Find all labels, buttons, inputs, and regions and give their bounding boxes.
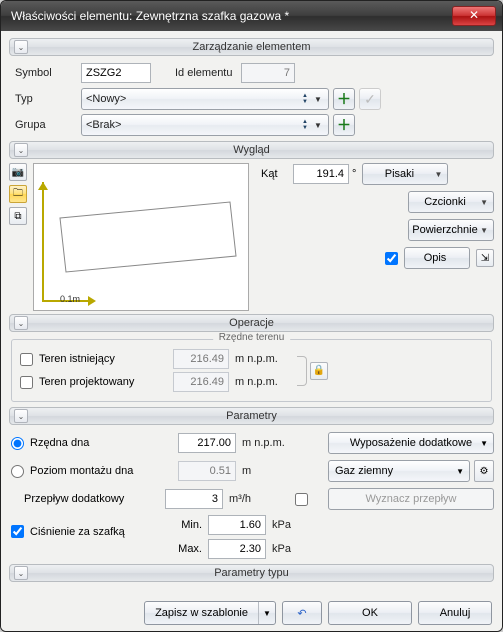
copy-icon[interactable]: ⧉ xyxy=(9,207,27,225)
collapse-icon[interactable]: ⌄ xyxy=(14,409,28,423)
section-header-look: ⌄ Wygląd xyxy=(9,141,494,159)
pressure-label: Ciśnienie za szafką xyxy=(30,526,164,538)
poziom-value xyxy=(178,461,236,481)
section-title: Zarządzanie elementem xyxy=(192,41,310,53)
terrain-projected-label: Teren projektowany xyxy=(39,376,173,388)
gas-settings-icon[interactable]: ⚙ xyxy=(474,460,494,482)
save-template-button[interactable]: Zapisz w szablonie ▼ xyxy=(144,601,276,625)
expand-icon[interactable]: ⌄ xyxy=(14,566,28,580)
id-label: Id elementu xyxy=(169,67,241,79)
p-unit: kPa xyxy=(272,519,328,531)
terrain-projected-value xyxy=(173,372,229,392)
desc-button[interactable]: Opis xyxy=(404,247,470,269)
equipment-dropdown[interactable]: Wyposażenie dodatkowe▼ xyxy=(328,432,494,454)
terrain-existing-label: Teren istniejący xyxy=(39,353,173,365)
symbol-label: Symbol xyxy=(9,67,81,79)
angle-label: Kąt xyxy=(261,168,293,180)
terrain-existing-checkbox[interactable] xyxy=(20,353,33,366)
poziom-radio[interactable] xyxy=(11,465,24,478)
plus-icon: ＋ xyxy=(337,89,351,109)
max-input[interactable] xyxy=(208,539,266,559)
group-label: Grupa xyxy=(9,119,81,131)
section-title: Operacje xyxy=(229,317,274,329)
terrain-unit: m n.p.m. xyxy=(235,376,291,388)
lock-icon[interactable]: 🔒 xyxy=(310,362,328,380)
section-header-type-params: ⌄ Parametry typu xyxy=(9,564,494,582)
min-input[interactable] xyxy=(208,515,266,535)
flow-checkbox[interactable] xyxy=(295,493,308,506)
check-icon: ✓ xyxy=(364,91,376,108)
pens-button[interactable]: Pisaki▼ xyxy=(362,163,448,185)
section-header-manage: ⌄ Zarządzanie elementem xyxy=(9,38,494,56)
terrain-existing-value xyxy=(173,349,229,369)
angle-unit: ° xyxy=(352,168,356,180)
collapse-icon[interactable]: ⌄ xyxy=(14,40,28,54)
dialog-footer: Zapisz w szablonie ▼ ↶ OK Anuluj xyxy=(9,595,494,627)
undo-icon: ↶ xyxy=(297,607,306,620)
desc-extra-icon[interactable]: ⇲ xyxy=(476,249,494,267)
terrain-fieldset: Rzędne terenu Teren istniejący m n.p.m. … xyxy=(11,339,492,402)
dialog-window: Właściwości elementu: Zewnętrzna szafka … xyxy=(0,0,503,632)
ok-button[interactable]: OK xyxy=(328,601,412,625)
terrain-projected-checkbox[interactable] xyxy=(20,376,33,389)
type-label: Typ xyxy=(9,93,81,105)
element-shape xyxy=(58,200,238,280)
section-title: Parametry typu xyxy=(214,567,289,579)
rzedna-input[interactable] xyxy=(178,433,236,453)
add-group-button[interactable]: ＋ xyxy=(333,114,355,136)
preview-canvas[interactable]: 0.1m xyxy=(33,163,249,311)
cancel-button[interactable]: Anuluj xyxy=(418,601,492,625)
desc-checkbox[interactable] xyxy=(385,252,398,265)
plus-icon: ＋ xyxy=(337,115,351,135)
chevron-down-icon[interactable]: ▼ xyxy=(259,609,275,618)
rzedna-label: Rzędna dna xyxy=(30,437,178,449)
type-dropdown[interactable]: <Nowy> ▲▼ ▼ xyxy=(81,88,329,110)
terrain-legend: Rzędne terenu xyxy=(213,332,291,343)
close-button[interactable]: ✕ xyxy=(452,6,496,26)
titlebar: Właściwości elementu: Zewnętrzna szafka … xyxy=(1,1,502,31)
poziom-unit: m xyxy=(242,465,298,477)
scale-label: 0.1m xyxy=(60,294,80,304)
window-title: Właściwości elementu: Zewnętrzna szafka … xyxy=(7,9,452,23)
min-label: Min. xyxy=(170,519,202,531)
rzedna-unit: m n.p.m. xyxy=(242,437,298,449)
flow-unit: m³/h xyxy=(229,493,285,505)
collapse-icon[interactable]: ⌄ xyxy=(14,143,28,157)
folder-icon[interactable]: 🗀 xyxy=(9,185,27,203)
undo-button[interactable]: ↶ xyxy=(282,601,322,625)
confirm-type-button: ✓ xyxy=(359,88,381,110)
max-label: Max. xyxy=(170,543,202,555)
angle-input[interactable] xyxy=(293,164,349,184)
rzedna-radio[interactable] xyxy=(11,437,24,450)
flow-input[interactable] xyxy=(165,489,223,509)
id-field xyxy=(241,63,295,83)
collapse-icon[interactable]: ⌄ xyxy=(14,316,28,330)
compute-flow-button: Wyznacz przepływ xyxy=(328,488,494,510)
add-type-button[interactable]: ＋ xyxy=(333,88,355,110)
fonts-button[interactable]: Czcionki▼ xyxy=(408,191,494,213)
section-header-params: ⌄ Parametry xyxy=(9,407,494,425)
p-unit: kPa xyxy=(272,543,328,555)
terrain-unit: m n.p.m. xyxy=(235,353,291,365)
group-dropdown[interactable]: <Brak> ▲▼ ▼ xyxy=(81,114,329,136)
surfaces-button[interactable]: Powierzchnie▼ xyxy=(408,219,494,241)
section-title: Parametry xyxy=(226,410,277,422)
poziom-label: Poziom montażu dna xyxy=(30,465,178,477)
gas-dropdown[interactable]: Gaz ziemny▼ xyxy=(328,460,470,482)
section-title: Wygląd xyxy=(233,144,270,156)
section-header-ops: ⌄ Operacje xyxy=(9,314,494,332)
flow-label: Przepływ dodatkowy xyxy=(24,493,165,505)
symbol-input[interactable] xyxy=(81,63,151,83)
pressure-checkbox[interactable] xyxy=(11,525,24,538)
camera-icon[interactable]: 📷 xyxy=(9,163,27,181)
